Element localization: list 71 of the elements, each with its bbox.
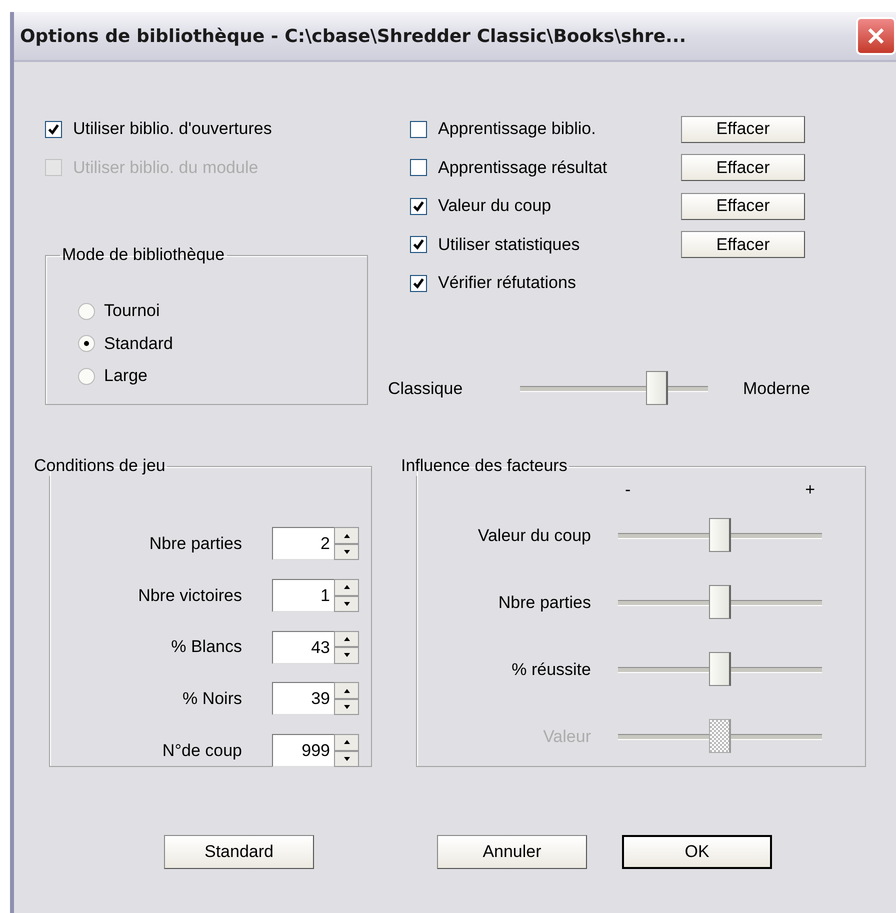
spin-up-button[interactable] bbox=[334, 579, 359, 596]
checkbox-label: Apprentissage résultat bbox=[438, 158, 608, 178]
radio-label: Large bbox=[104, 366, 148, 386]
dialog-button[interactable]: Annuler bbox=[437, 835, 587, 869]
group-title: Mode de bibliothèque bbox=[61, 245, 226, 265]
slider-thumb[interactable] bbox=[709, 584, 731, 618]
checkbox[interactable] bbox=[45, 120, 62, 138]
slider-label: Classique bbox=[388, 378, 464, 398]
spin-down-button[interactable] bbox=[334, 596, 359, 612]
radio-button[interactable] bbox=[78, 302, 95, 320]
up-arrow-icon bbox=[344, 636, 350, 641]
spin-up-button[interactable] bbox=[334, 734, 359, 751]
clear-button[interactable]: Effacer bbox=[681, 154, 805, 182]
group-title: Influence des facteurs bbox=[400, 456, 568, 476]
number-field[interactable]: 999 bbox=[272, 734, 334, 768]
radio-button[interactable] bbox=[78, 368, 95, 385]
spin-down-button[interactable] bbox=[334, 647, 359, 664]
down-arrow-icon bbox=[344, 653, 350, 658]
checkbox-label: Valeur du coup bbox=[438, 196, 552, 216]
field-label: Nbre parties bbox=[149, 534, 242, 554]
radio-label: Standard bbox=[104, 334, 173, 354]
checkbox-label: Apprentissage biblio. bbox=[438, 119, 597, 140]
slider-thumb[interactable] bbox=[709, 518, 731, 552]
spin-up-button[interactable] bbox=[334, 527, 359, 544]
number-field[interactable]: 43 bbox=[272, 630, 334, 664]
spin-up-button[interactable] bbox=[334, 630, 359, 648]
number-field[interactable]: 2 bbox=[272, 527, 334, 560]
spin-down-button[interactable] bbox=[334, 698, 359, 716]
field-label: N°de coup bbox=[162, 740, 242, 761]
checkbox[interactable] bbox=[410, 159, 427, 176]
down-arrow-icon bbox=[344, 550, 350, 554]
scale-max-label: + bbox=[805, 480, 815, 500]
down-arrow-icon bbox=[344, 705, 350, 710]
slider-thumb[interactable] bbox=[709, 652, 731, 686]
scale-min-label: - bbox=[625, 480, 631, 500]
down-arrow-icon bbox=[344, 602, 350, 606]
checkbox-label: Utiliser statistiques bbox=[438, 234, 581, 255]
field-label: % Blancs bbox=[171, 637, 242, 658]
down-arrow-icon bbox=[344, 756, 350, 761]
dialog-button[interactable]: OK bbox=[622, 835, 772, 869]
spin-down-button[interactable] bbox=[334, 750, 359, 768]
radio-button[interactable] bbox=[78, 335, 95, 352]
slider-label: Valeur du coup bbox=[476, 526, 591, 546]
slider-label: % réussite bbox=[510, 660, 591, 680]
checkbox[interactable] bbox=[410, 198, 427, 215]
window-title: Options de bibliothèque - C:\cbase\Shredder Classic\Books\shre... bbox=[20, 26, 686, 46]
group-title: Conditions de jeu bbox=[33, 456, 166, 476]
slider-label: Nbre parties bbox=[497, 592, 591, 612]
checkbox-label: Utiliser biblio. d'ouvertures bbox=[73, 119, 272, 140]
up-arrow-icon bbox=[344, 688, 350, 693]
clear-button[interactable]: Effacer bbox=[681, 116, 805, 143]
close-button[interactable] bbox=[856, 17, 896, 55]
slider-thumb[interactable] bbox=[646, 370, 668, 404]
clear-button[interactable]: Effacer bbox=[681, 192, 805, 220]
checkbox-label: Vérifier réfutations bbox=[438, 273, 577, 294]
up-arrow-icon bbox=[344, 740, 350, 744]
field-label: % Noirs bbox=[182, 688, 242, 709]
clear-button[interactable]: Effacer bbox=[681, 231, 805, 258]
number-field[interactable]: 39 bbox=[272, 682, 334, 716]
checkbox[interactable] bbox=[410, 120, 427, 138]
up-arrow-icon bbox=[344, 585, 350, 590]
checkbox[interactable] bbox=[410, 236, 427, 254]
slider-label: Moderne bbox=[743, 378, 810, 398]
spin-up-button[interactable] bbox=[334, 682, 359, 699]
radio-label: Tournoi bbox=[104, 301, 160, 322]
spin-down-button[interactable] bbox=[334, 544, 359, 560]
number-field[interactable]: 1 bbox=[272, 579, 334, 612]
checkbox[interactable] bbox=[410, 274, 427, 292]
field-label: Nbre victoires bbox=[138, 586, 242, 606]
dialog-button[interactable]: Standard bbox=[164, 835, 314, 869]
up-arrow-icon bbox=[344, 534, 350, 538]
